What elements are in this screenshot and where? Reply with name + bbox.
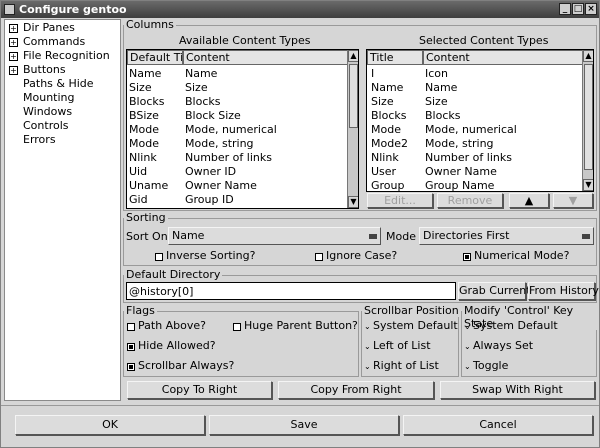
radio-icon[interactable]: ⌄: [364, 323, 371, 331]
cancel-button[interactable]: Cancel: [403, 415, 593, 435]
default-dir-input[interactable]: [126, 282, 456, 300]
scroll-up-icon[interactable]: ▲: [583, 50, 593, 62]
scroll-thumb[interactable]: [349, 64, 358, 128]
control-key-option[interactable]: Toggle: [473, 359, 508, 373]
expand-icon[interactable]: +: [9, 66, 18, 75]
ignore-case-checkbox[interactable]: [315, 253, 323, 261]
scrollbar-pos-option[interactable]: Left of List: [373, 339, 431, 353]
swap-with-right-button[interactable]: Swap With Right: [440, 381, 595, 399]
radio-icon[interactable]: ⌄: [364, 363, 371, 371]
sorting-group-label: Sorting: [124, 211, 168, 224]
scroll-up-icon[interactable]: ▲: [348, 50, 358, 62]
move-down-button[interactable]: ▼: [553, 193, 593, 208]
column-header[interactable]: Content: [183, 50, 348, 65]
selected-heading: Selected Content Types: [419, 34, 549, 47]
remove-button[interactable]: Remove: [437, 193, 503, 208]
move-up-button[interactable]: ▲: [509, 193, 549, 208]
scrollbar-always-checkbox[interactable]: [127, 363, 135, 371]
ignore-case-label: Ignore Case?: [326, 249, 398, 262]
selected-list[interactable]: Title Content I Icon Name Name Size Size Bl…: [366, 49, 594, 192]
available-heading: Available Content Types: [179, 34, 311, 47]
window-title: Configure gentoo: [19, 3, 127, 16]
category-tree[interactable]: + Dir Panes + Commands + File Recognition +…: [4, 19, 121, 401]
mode-label: Mode: [386, 230, 416, 243]
hide-allowed-label: Hide Allowed?: [138, 339, 216, 352]
from-history-button[interactable]: From History: [528, 282, 599, 300]
control-key-option[interactable]: System Default: [473, 319, 558, 333]
column-header[interactable]: Default Title: [127, 50, 183, 65]
huge-parent-checkbox[interactable]: [233, 323, 241, 331]
scrollbar-pos-option[interactable]: Right of List: [373, 359, 439, 373]
radio-icon[interactable]: ⌄: [364, 343, 371, 351]
grab-current-button[interactable]: Grab Current: [458, 282, 531, 300]
available-list[interactable]: Default Title Content NameName SizeSize …: [126, 49, 359, 209]
scrollbar-position-group-label: Scrollbar Position: [362, 304, 461, 317]
numerical-mode-checkbox[interactable]: [463, 253, 471, 261]
close-icon[interactable]: ×: [585, 3, 597, 15]
scroll-down-icon[interactable]: ▼: [583, 179, 593, 191]
expand-icon[interactable]: +: [9, 24, 18, 33]
default-dir-group-label: Default Directory: [124, 268, 223, 281]
scrollbar-always-label: Scrollbar Always?: [138, 359, 235, 372]
radio-icon[interactable]: ⌄: [464, 323, 471, 331]
available-scrollbar[interactable]: ▲ ▼: [347, 50, 358, 208]
title-bar[interactable]: Configure gentoo _ □ ×: [1, 1, 599, 18]
scrollbar-pos-option[interactable]: System Default: [373, 319, 458, 333]
path-above-checkbox[interactable]: [127, 323, 135, 331]
control-key-option[interactable]: Always Set: [473, 339, 533, 353]
app-icon[interactable]: [4, 4, 15, 15]
expand-icon[interactable]: +: [9, 52, 18, 61]
sort-on-select[interactable]: Name: [168, 227, 381, 245]
copy-to-right-button[interactable]: Copy To Right: [127, 381, 272, 399]
ok-button[interactable]: OK: [15, 415, 205, 435]
inverse-sorting-checkbox[interactable]: [155, 253, 163, 261]
scroll-thumb[interactable]: [584, 64, 593, 170]
tree-item-buttons[interactable]: + Buttons: [5, 63, 66, 77]
arrow-down-icon: ▼: [568, 194, 578, 207]
tree-item-file-recognition[interactable]: + File Recognition: [5, 49, 110, 63]
arrow-up-icon: ▲: [524, 194, 534, 207]
numerical-mode-label: Numerical Mode?: [474, 249, 570, 262]
path-above-label: Path Above?: [138, 319, 207, 332]
expand-icon[interactable]: +: [9, 38, 18, 47]
mode-select[interactable]: Directories First: [419, 227, 594, 245]
tree-item-commands[interactable]: + Commands: [5, 35, 85, 49]
column-header[interactable]: Content: [423, 50, 583, 65]
save-button[interactable]: Save: [209, 415, 399, 435]
columns-group-label: Columns: [124, 18, 176, 31]
config-window: Configure gentoo _ □ × + Dir Panes + Comma…: [0, 0, 600, 448]
sort-on-label: Sort On: [126, 230, 168, 243]
tree-item-dir-panes[interactable]: + Dir Panes: [5, 21, 75, 35]
edit-button[interactable]: Edit...: [367, 193, 433, 208]
column-header[interactable]: Title: [367, 50, 423, 65]
selected-scrollbar[interactable]: ▲ ▼: [582, 50, 593, 191]
radio-icon[interactable]: ⌄: [464, 363, 471, 371]
minimize-icon[interactable]: _: [559, 3, 571, 15]
scroll-down-icon[interactable]: ▼: [348, 196, 358, 208]
hide-allowed-checkbox[interactable]: [127, 343, 135, 351]
radio-icon[interactable]: ⌄: [464, 343, 471, 351]
dropdown-icon: [369, 234, 377, 239]
dropdown-icon: [582, 234, 590, 239]
flags-group-label: Flags: [124, 304, 157, 317]
copy-from-right-button[interactable]: Copy From Right: [278, 381, 434, 399]
huge-parent-label: Huge Parent Button?: [244, 319, 358, 332]
maximize-icon[interactable]: □: [572, 3, 584, 15]
inverse-sorting-label: Inverse Sorting?: [166, 249, 256, 262]
